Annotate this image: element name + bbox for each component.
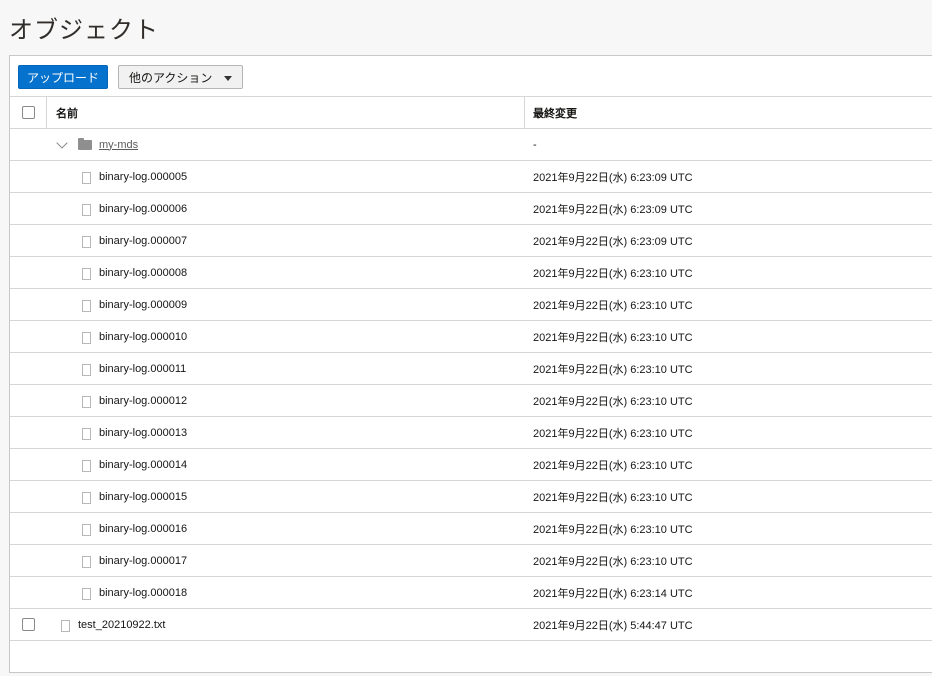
- object-name[interactable]: binary-log.000017: [99, 555, 187, 567]
- object-name-cell: binary-log.000008: [82, 257, 187, 288]
- table-row[interactable]: binary-log.000012 2021年9月22日(水) 6:23:10 U…: [10, 385, 932, 417]
- object-modified: 2021年9月22日(水) 6:23:10 UTC: [533, 459, 693, 472]
- file-icon: [61, 620, 70, 632]
- file-icon: [82, 588, 91, 600]
- table-row[interactable]: binary-log.000006 2021年9月22日(水) 6:23:09 U…: [10, 193, 932, 225]
- table-row[interactable]: binary-log.000014 2021年9月22日(水) 6:23:10 U…: [10, 449, 932, 481]
- object-name-cell: binary-log.000005: [82, 161, 187, 192]
- header-modified[interactable]: 最終変更: [533, 97, 577, 128]
- table-row[interactable]: binary-log.000005 2021年9月22日(水) 6:23:09 U…: [10, 161, 932, 193]
- object-name-cell: binary-log.000006: [82, 193, 187, 224]
- object-name[interactable]: binary-log.000005: [99, 171, 187, 183]
- file-icon: [82, 172, 91, 184]
- object-modified: 2021年9月22日(水) 6:23:10 UTC: [533, 267, 693, 280]
- file-icon: [82, 460, 91, 472]
- object-modified: 2021年9月22日(水) 6:23:09 UTC: [533, 171, 693, 184]
- file-icon: [82, 556, 91, 568]
- file-icon: [82, 364, 91, 376]
- select-all-checkbox[interactable]: [22, 106, 35, 119]
- object-modified: 2021年9月22日(水) 6:23:10 UTC: [533, 363, 693, 376]
- object-name[interactable]: binary-log.000011: [99, 363, 186, 375]
- table-row[interactable]: binary-log.000007 2021年9月22日(水) 6:23:09 U…: [10, 225, 932, 257]
- object-name[interactable]: binary-log.000007: [99, 235, 187, 247]
- file-icon: [82, 428, 91, 440]
- file-icon: [82, 204, 91, 216]
- table-row[interactable]: binary-log.000015 2021年9月22日(水) 6:23:10 U…: [10, 481, 932, 513]
- table-row[interactable]: binary-log.000013 2021年9月22日(水) 6:23:10 U…: [10, 417, 932, 449]
- object-name[interactable]: binary-log.000016: [99, 523, 187, 535]
- table-row[interactable]: binary-log.000018 2021年9月22日(水) 6:23:14 U…: [10, 577, 932, 609]
- object-modified: 2021年9月22日(水) 5:44:47 UTC: [533, 619, 693, 632]
- folder-modified: -: [533, 138, 537, 151]
- object-name-cell: binary-log.000015: [82, 481, 187, 512]
- toolbar: アップロード 他のアクション: [18, 65, 244, 89]
- upload-button[interactable]: アップロード: [18, 65, 109, 89]
- table-row[interactable]: binary-log.000009 2021年9月22日(水) 6:23:10 U…: [10, 289, 932, 321]
- toplevel-objects: test_20210922.txt 2021年9月22日(水) 5:44:47 U…: [10, 609, 932, 641]
- object-modified: 2021年9月22日(水) 6:23:10 UTC: [533, 299, 693, 312]
- object-modified: 2021年9月22日(水) 6:23:10 UTC: [533, 427, 693, 440]
- object-name[interactable]: binary-log.000009: [99, 299, 187, 311]
- more-actions-button[interactable]: 他のアクション: [118, 65, 244, 89]
- table-header: 名前 最終変更: [10, 96, 932, 129]
- object-modified: 2021年9月22日(水) 6:23:10 UTC: [533, 555, 693, 568]
- row-checkbox[interactable]: [22, 618, 35, 631]
- more-actions-label: 他のアクション: [129, 70, 213, 85]
- object-modified: 2021年9月22日(水) 6:23:14 UTC: [533, 587, 693, 600]
- object-name[interactable]: binary-log.000014: [99, 459, 187, 471]
- object-name-cell: binary-log.000009: [82, 289, 187, 320]
- folder-row[interactable]: my-mds -: [10, 129, 932, 161]
- objects-table: 名前 最終変更 my-mds - binary-log.000005 2021年9…: [10, 96, 932, 673]
- object-modified: 2021年9月22日(水) 6:23:09 UTC: [533, 235, 693, 248]
- object-name[interactable]: binary-log.000012: [99, 395, 187, 407]
- object-name-cell: binary-log.000007: [82, 225, 187, 256]
- file-icon: [82, 524, 91, 536]
- object-name[interactable]: binary-log.000015: [99, 491, 187, 503]
- header-name-column[interactable]: [47, 97, 525, 128]
- object-name[interactable]: binary-log.000018: [99, 587, 187, 599]
- object-modified: 2021年9月22日(水) 6:23:10 UTC: [533, 395, 693, 408]
- object-modified: 2021年9月22日(水) 6:23:10 UTC: [533, 523, 693, 536]
- folder-icon: [78, 137, 92, 150]
- table-row[interactable]: binary-log.000011 2021年9月22日(水) 6:23:10 U…: [10, 353, 932, 385]
- object-name-cell: binary-log.000012: [82, 385, 187, 416]
- file-icon: [82, 492, 91, 504]
- file-icon: [82, 332, 91, 344]
- folder-children: binary-log.000005 2021年9月22日(水) 6:23:09 U…: [10, 161, 932, 609]
- table-row[interactable]: binary-log.000010 2021年9月22日(水) 6:23:10 U…: [10, 321, 932, 353]
- file-icon: [82, 300, 91, 312]
- file-icon: [82, 396, 91, 408]
- folder-link[interactable]: my-mds: [99, 139, 138, 151]
- object-name-cell: binary-log.000016: [82, 513, 187, 544]
- object-name[interactable]: binary-log.000006: [99, 203, 187, 215]
- object-modified: 2021年9月22日(水) 6:23:10 UTC: [533, 331, 693, 344]
- object-name[interactable]: binary-log.000013: [99, 427, 187, 439]
- object-name[interactable]: binary-log.000008: [99, 267, 187, 279]
- header-name: 名前: [56, 107, 78, 120]
- file-icon: [82, 236, 91, 248]
- object-name-cell: binary-log.000018: [82, 577, 187, 608]
- file-icon: [82, 268, 91, 280]
- object-modified: 2021年9月22日(水) 6:23:10 UTC: [533, 491, 693, 504]
- object-name-cell: binary-log.000010: [82, 321, 187, 352]
- object-name-cell: binary-log.000011: [82, 353, 186, 384]
- object-name[interactable]: test_20210922.txt: [78, 619, 165, 631]
- object-name-cell: binary-log.000014: [82, 449, 187, 480]
- table-row[interactable]: binary-log.000016 2021年9月22日(水) 6:23:10 U…: [10, 513, 932, 545]
- table-row[interactable]: test_20210922.txt 2021年9月22日(水) 5:44:47 U…: [10, 609, 932, 641]
- object-name-cell: binary-log.000013: [82, 417, 187, 448]
- caret-down-icon: [224, 75, 233, 81]
- page-title: オブジェクト: [9, 17, 159, 44]
- table-row[interactable]: binary-log.000017 2021年9月22日(水) 6:23:10 U…: [10, 545, 932, 577]
- table-empty-space: [10, 641, 932, 673]
- chevron-down-icon[interactable]: [56, 136, 68, 149]
- object-modified: 2021年9月22日(水) 6:23:09 UTC: [533, 203, 693, 216]
- object-name-cell: binary-log.000017: [82, 545, 187, 576]
- object-name-cell: test_20210922.txt: [61, 609, 165, 640]
- object-name[interactable]: binary-log.000010: [99, 331, 187, 343]
- header-checkbox-cell: [10, 97, 47, 128]
- objects-panel: アップロード 他のアクション 名前 最終変更 my-mds - binary-l…: [9, 55, 932, 673]
- table-row[interactable]: binary-log.000008 2021年9月22日(水) 6:23:10 U…: [10, 257, 932, 289]
